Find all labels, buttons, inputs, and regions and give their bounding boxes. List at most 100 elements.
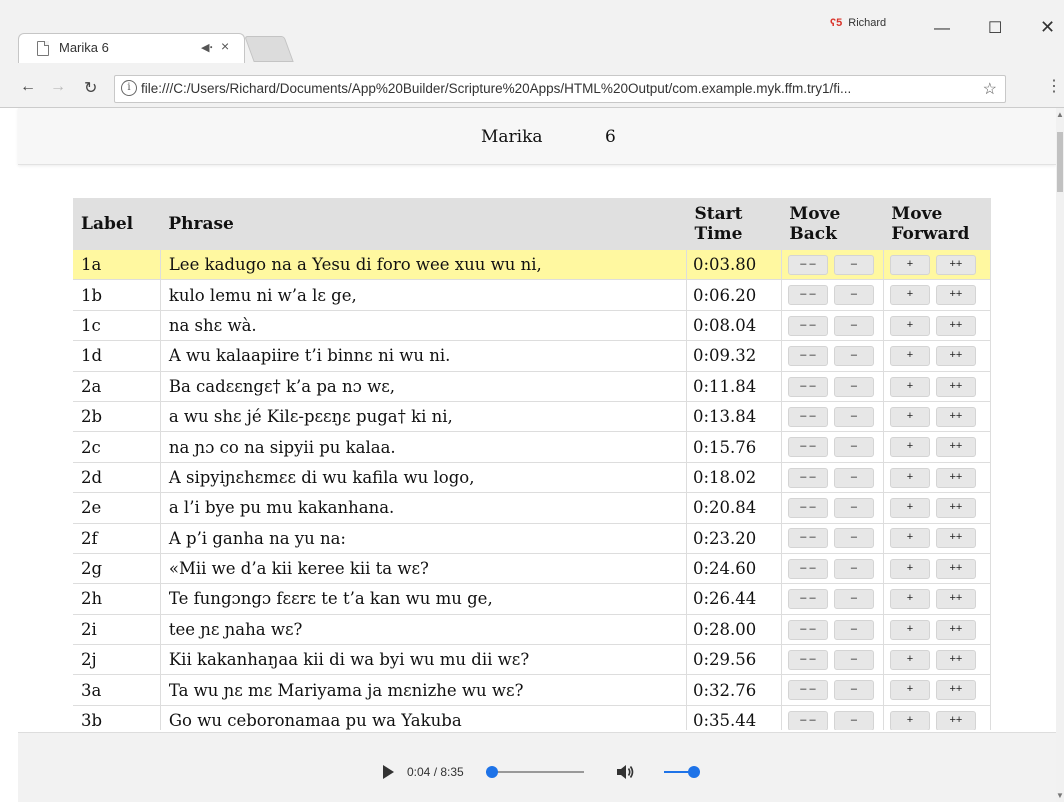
tab-marika-6[interactable]: Marika 6 ◀ꞏ ×: [18, 33, 245, 63]
move-forward-button[interactable]: +: [889, 710, 930, 730]
move-forward-big-button[interactable]: ++: [935, 315, 976, 336]
move-back-big-button[interactable]: – –: [787, 467, 828, 488]
table-row[interactable]: 3b Go wu ceboronamaa pu wa Yakuba 0:35.44–…: [73, 705, 991, 730]
move-back-big-button[interactable]: – –: [787, 437, 828, 458]
move-forward-button[interactable]: +: [889, 254, 930, 275]
move-back-button[interactable]: –: [833, 650, 874, 671]
move-forward-button[interactable]: +: [889, 558, 930, 579]
table-row[interactable]: 2g «Mii we d’a kii keree kii ta wɛ? 0:24.6…: [73, 553, 991, 585]
move-back-button[interactable]: –: [833, 254, 874, 275]
move-back-big-button[interactable]: – –: [787, 528, 828, 549]
move-forward-big-button[interactable]: ++: [935, 285, 976, 306]
move-back-button[interactable]: –: [833, 710, 874, 730]
maximize-button[interactable]: ☐: [988, 18, 1002, 38]
move-back-button[interactable]: –: [833, 346, 874, 367]
move-back-button[interactable]: –: [833, 315, 874, 336]
address-bar[interactable]: i file:///C:/Users/Richard/Documents/App…: [114, 75, 1006, 103]
info-icon[interactable]: i: [121, 80, 137, 96]
move-back-big-button[interactable]: – –: [787, 710, 828, 730]
move-forward-big-button[interactable]: ++: [935, 406, 976, 427]
scrollbar-thumb[interactable]: [1057, 132, 1063, 192]
move-back-big-button[interactable]: – –: [787, 589, 828, 610]
scroll-up-arrow-icon[interactable]: ▲: [1056, 110, 1064, 119]
move-back-button[interactable]: –: [833, 680, 874, 701]
move-forward-big-button[interactable]: ++: [935, 254, 976, 275]
table-row[interactable]: 1b kulo lemu ni w’a lɛ ge, 0:06.20– – – + ++: [73, 279, 991, 311]
move-forward-big-button[interactable]: ++: [935, 650, 976, 671]
new-tab-button[interactable]: [244, 36, 294, 62]
move-back-big-button[interactable]: – –: [787, 558, 828, 579]
move-forward-button[interactable]: +: [889, 619, 930, 640]
minimize-button[interactable]: —: [934, 20, 950, 38]
table-row[interactable]: 2b a wu shɛ jé Kilɛ-pɛɛŋɛ puga† ki ni, 0:1…: [73, 401, 991, 433]
move-forward-big-button[interactable]: ++: [935, 528, 976, 549]
move-forward-button[interactable]: +: [889, 680, 930, 701]
move-forward-button[interactable]: +: [889, 376, 930, 397]
move-back-button[interactable]: –: [833, 437, 874, 458]
move-forward-button[interactable]: +: [889, 528, 930, 549]
volume-slider[interactable]: [664, 766, 700, 778]
move-forward-big-button[interactable]: ++: [935, 498, 976, 519]
move-back-big-button[interactable]: – –: [787, 315, 828, 336]
move-back-button[interactable]: –: [833, 619, 874, 640]
menu-dots-icon[interactable]: ⋮: [1046, 76, 1062, 96]
window-close-button[interactable]: ✕: [1040, 17, 1055, 38]
move-forward-big-button[interactable]: ++: [935, 589, 976, 610]
move-back-big-button[interactable]: – –: [787, 285, 828, 306]
move-back-big-button[interactable]: – –: [787, 376, 828, 397]
move-back-button[interactable]: –: [833, 498, 874, 519]
move-back-button[interactable]: –: [833, 376, 874, 397]
table-row[interactable]: 2d A sipyiɲɛhɛmɛɛ di wu kafila wu logo, 0:…: [73, 462, 991, 494]
move-forward-big-button[interactable]: ++: [935, 467, 976, 488]
move-forward-button[interactable]: +: [889, 406, 930, 427]
move-forward-button[interactable]: +: [889, 346, 930, 367]
move-back-big-button[interactable]: – –: [787, 406, 828, 427]
bookmark-star-icon[interactable]: ☆: [983, 79, 997, 99]
move-back-big-button[interactable]: – –: [787, 650, 828, 671]
table-row[interactable]: 1c na shɛ wà. 0:08.04– – – + ++: [73, 310, 991, 342]
table-row[interactable]: 3a Ta wu ɲɛ mɛ Mariyama ja mɛnizhe wu wɛ?…: [73, 674, 991, 706]
move-forward-big-button[interactable]: ++: [935, 437, 976, 458]
table-row[interactable]: 1a Lee kadugo na a Yesu di foro wee xuu w…: [73, 250, 991, 281]
play-button[interactable]: [383, 765, 394, 779]
table-row[interactable]: 2c na ɲɔ co na sipyii pu kalaa. 0:15.76– –…: [73, 431, 991, 463]
speaker-icon[interactable]: ◀ꞏ: [201, 40, 213, 55]
move-forward-button[interactable]: +: [889, 467, 930, 488]
forward-button[interactable]: →: [50, 78, 66, 96]
move-back-button[interactable]: –: [833, 406, 874, 427]
volume-thumb[interactable]: [688, 766, 700, 778]
move-back-big-button[interactable]: – –: [787, 498, 828, 519]
url-text[interactable]: file:///C:/Users/Richard/Documents/App%2…: [141, 81, 851, 96]
move-back-button[interactable]: –: [833, 285, 874, 306]
table-row[interactable]: 2i tee ɲɛ ɲaha wɛ? 0:28.00– – – + ++: [73, 614, 991, 646]
move-forward-big-button[interactable]: ++: [935, 558, 976, 579]
move-back-big-button[interactable]: – –: [787, 680, 828, 701]
move-forward-big-button[interactable]: ++: [935, 346, 976, 367]
move-forward-button[interactable]: +: [889, 285, 930, 306]
move-back-button[interactable]: –: [833, 589, 874, 610]
table-row[interactable]: 2f A p’i ganha na yu na: 0:23.20– – – + ++: [73, 523, 991, 554]
move-forward-big-button[interactable]: ++: [935, 619, 976, 640]
table-row[interactable]: 1d A wu kalaapiire t’i binnɛ ni wu ni. 0:0…: [73, 340, 991, 372]
scroll-down-arrow-icon[interactable]: ▼: [1056, 791, 1064, 800]
move-forward-button[interactable]: +: [889, 437, 930, 458]
move-forward-button[interactable]: +: [889, 315, 930, 336]
move-back-big-button[interactable]: – –: [787, 619, 828, 640]
move-forward-button[interactable]: +: [889, 650, 930, 671]
move-forward-big-button[interactable]: ++: [935, 376, 976, 397]
profile-button[interactable]: ʕ5 Richard: [830, 17, 886, 29]
move-back-big-button[interactable]: – –: [787, 254, 828, 275]
move-forward-button[interactable]: +: [889, 589, 930, 610]
table-row[interactable]: 2e a l’i bye pu mu kakanhana. 0:20.84– – – +…: [73, 492, 991, 524]
move-back-button[interactable]: –: [833, 467, 874, 488]
move-forward-button[interactable]: +: [889, 498, 930, 519]
move-forward-big-button[interactable]: ++: [935, 680, 976, 701]
seek-slider[interactable]: [485, 766, 584, 778]
back-button[interactable]: ←: [20, 78, 36, 96]
table-row[interactable]: 2j Kii kakanhaŋaa kii di wa byi wu mu dii…: [73, 644, 991, 676]
tab-close-button[interactable]: ×: [221, 38, 229, 54]
table-row[interactable]: 2h Te fungɔngɔ fɛɛrɛ te t’a kan wu mu ge,…: [73, 583, 991, 615]
seek-thumb[interactable]: [485, 766, 498, 778]
table-row[interactable]: 2a Ba cadɛɛngɛ† k’a pa nɔ wɛ, 0:11.84– – – +…: [73, 371, 991, 402]
reload-button[interactable]: ↻: [84, 78, 97, 98]
